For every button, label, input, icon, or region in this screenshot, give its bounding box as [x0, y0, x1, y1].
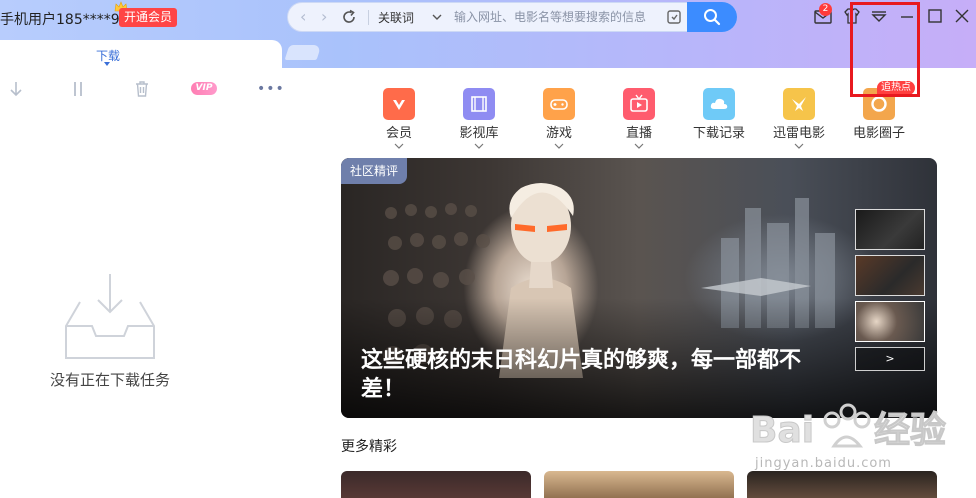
bird-icon — [783, 88, 815, 120]
nav-item-live[interactable]: 直播 — [603, 88, 675, 154]
open-vip-button[interactable]: 开通会员 — [119, 8, 178, 27]
chevron-down-icon[interactable] — [794, 143, 804, 150]
banner-thumbnail[interactable] — [855, 255, 925, 296]
more-options-icon[interactable]: ••• — [257, 80, 285, 98]
banner-title[interactable]: 这些硬核的末日科幻片真的够爽，每一部都不差！ — [361, 346, 841, 404]
delete-icon[interactable] — [134, 80, 150, 98]
refresh-icon[interactable] — [340, 8, 358, 26]
nav-item-label: 下载记录 — [692, 126, 745, 141]
search-button[interactable] — [687, 2, 737, 32]
chevron-down-icon[interactable] — [394, 143, 404, 150]
nav-item-movie-circle[interactable]: 电影圈子 — [843, 88, 915, 154]
more-card[interactable] — [747, 471, 937, 498]
banner-next-button[interactable]: > — [855, 347, 925, 371]
mail-count-badge: 2 — [819, 3, 832, 16]
cloud-icon — [703, 88, 735, 120]
svg-text:Bai: Bai — [750, 410, 814, 451]
start-download-icon[interactable] — [8, 80, 24, 98]
address-bar: ‹ › 关联词 — [287, 2, 737, 32]
nav-item-vip[interactable]: 会员 — [363, 88, 435, 154]
chevron-down-icon[interactable] — [474, 143, 484, 150]
empty-inbox-icon — [65, 274, 155, 359]
film-icon — [463, 88, 495, 120]
close-icon[interactable] — [952, 6, 972, 26]
address-input[interactable] — [454, 6, 652, 28]
watermark-url: jingyan.baidu.com — [755, 456, 892, 471]
gamepad-icon — [543, 88, 575, 120]
search-mode-select[interactable]: 关联词 — [378, 9, 414, 26]
community-review-tag: 社区精评 — [341, 158, 408, 184]
tab-download[interactable] — [0, 40, 282, 68]
more-card[interactable] — [341, 471, 531, 498]
pause-icon[interactable] — [71, 80, 85, 98]
more-section-title: 更多精彩 — [341, 439, 397, 455]
empty-download-message: 没有正在下载任务 — [49, 371, 170, 389]
nav-item-label: 会员 — [385, 126, 412, 141]
tab-indicator-icon — [104, 62, 110, 66]
nav-item-games[interactable]: 游戏 — [523, 88, 595, 154]
svg-text:经验: 经验 — [874, 410, 946, 451]
nav-item-download-history[interactable]: 下载记录 — [683, 88, 755, 154]
maximize-icon[interactable] — [925, 6, 945, 26]
search-icon — [704, 9, 721, 26]
tv-icon — [623, 88, 655, 120]
back-arrow-icon[interactable]: ‹ — [300, 8, 306, 26]
nav-item-label: 游戏 — [545, 126, 572, 141]
nav-item-xunlei-movies[interactable]: 迅雷电影 — [763, 88, 835, 154]
forward-arrow-icon[interactable]: › — [321, 8, 327, 26]
banner-thumbnail-active[interactable] — [855, 301, 925, 342]
nav-item-label: 电影圈子 — [852, 126, 905, 141]
address-divider — [368, 10, 369, 25]
nav-item-video-library[interactable]: 影视库 — [443, 88, 515, 154]
chevron-down-icon[interactable] — [431, 11, 443, 23]
clipboard-icon[interactable] — [665, 8, 683, 26]
highlight-annotation — [850, 2, 920, 97]
chevron-down-icon[interactable] — [634, 143, 644, 150]
nav-item-label: 迅雷电影 — [772, 126, 825, 141]
chevron-down-icon[interactable] — [554, 143, 564, 150]
new-tab-button[interactable] — [284, 45, 322, 60]
banner-thumbnail[interactable] — [855, 209, 925, 250]
baidu-jingyan-watermark: Bai 经验 — [750, 403, 947, 452]
vip-speedup-button[interactable]: VIP — [191, 82, 217, 95]
vip-icon — [383, 88, 415, 120]
nav-item-label: 影视库 — [459, 126, 499, 141]
more-card[interactable] — [544, 471, 734, 498]
featured-banner[interactable]: 社区精评 这些硬核的末日科幻片真的够爽，每一部都不差！ > — [341, 158, 937, 418]
nav-item-label: 直播 — [625, 126, 652, 141]
